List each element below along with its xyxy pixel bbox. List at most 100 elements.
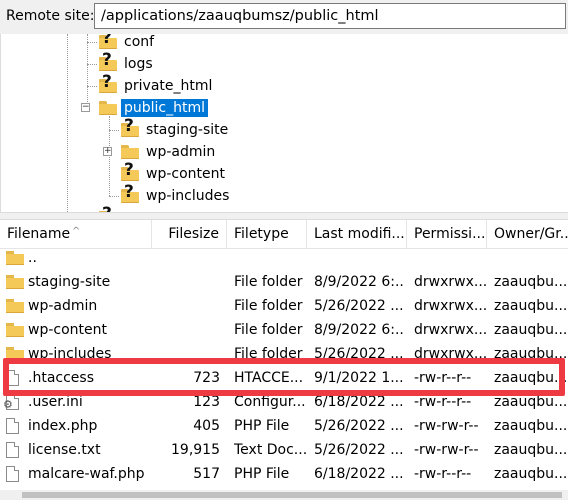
horizontal-scrollbar[interactable] xyxy=(0,490,568,500)
file-row[interactable]: .user.ini 123 Configur... 6/18/2022 ... -rw-… xyxy=(0,390,568,414)
tree-item-label: wp-content xyxy=(146,166,225,182)
file-row[interactable]: malcare-waf.php 517 PHP File 6/18/2022 ... -… xyxy=(0,462,568,486)
file-perms: -rw-r--r-- xyxy=(414,394,472,410)
file-row[interactable]: wp-admin File folder 5/26/2022 ... drwxrwx.… xyxy=(0,294,568,318)
settings-file-icon xyxy=(3,394,19,410)
file-icon xyxy=(6,442,19,458)
file-name: staging-site xyxy=(28,274,111,290)
remote-site-path-input[interactable] xyxy=(94,3,566,29)
file-modified: 9/1/2022 1... xyxy=(314,370,404,386)
unknown-folder-icon: ? xyxy=(121,118,139,137)
file-modified: 6/18/2022 ... xyxy=(314,466,404,482)
file-size xyxy=(152,270,220,294)
tree-item-public-html[interactable]: public_html xyxy=(99,97,209,119)
file-name: .user.ini xyxy=(28,394,83,410)
file-owner xyxy=(494,246,568,270)
file-name: malcare-waf.php xyxy=(28,466,145,482)
file-owner: zaauqbu... xyxy=(494,418,568,434)
file-name: .. xyxy=(28,250,37,266)
file-size: 19,915 xyxy=(171,442,220,458)
file-type: Text Doc... xyxy=(234,442,306,458)
file-row[interactable]: index.php 405 PHP File 5/26/2022 ... -rw-rw-… xyxy=(0,414,568,438)
file-perms xyxy=(414,246,488,270)
file-row[interactable]: .htaccess 723 HTACCE... 9/1/2022 1... -rw-r-… xyxy=(0,366,568,390)
file-type xyxy=(234,246,306,270)
tree-item-label: wp-includes xyxy=(146,188,230,204)
unknown-folder-icon: ? xyxy=(99,34,117,49)
tree-item-wp-admin[interactable]: wp-admin xyxy=(121,141,218,163)
file-size: 723 xyxy=(193,370,220,386)
file-perms: -rw-r--r-- xyxy=(414,370,472,386)
tree-item-label: private_html xyxy=(124,78,213,94)
file-icon xyxy=(6,418,19,434)
file-name: .htaccess xyxy=(28,370,94,386)
column-header-filesize[interactable]: Filesize xyxy=(152,220,227,248)
remote-file-list[interactable]: ^ Filename Filesize Filetype Last modifi… xyxy=(0,220,568,500)
file-type: PHP File xyxy=(234,418,290,434)
tree-item-label: logs xyxy=(124,56,153,72)
file-perms: drwxrwx... xyxy=(414,274,488,290)
file-type: HTACCE... xyxy=(234,370,304,386)
open-folder-icon xyxy=(99,101,117,115)
tree-item-label: conf xyxy=(124,34,155,50)
file-owner: zaauqbu... xyxy=(494,322,568,338)
expand-icon[interactable]: + xyxy=(103,147,112,156)
column-header-permissions[interactable]: Permissi... xyxy=(407,220,487,248)
column-header-last-modified[interactable]: Last modifi... xyxy=(307,220,407,248)
tree-item-label: wp-admin xyxy=(146,144,216,160)
file-size xyxy=(152,342,220,366)
file-row[interactable]: wp-includes File folder 5/26/2022 ... drwxr… xyxy=(0,342,568,366)
file-modified: 5/26/2022 ... xyxy=(314,442,404,458)
sort-ascending-icon: ^ xyxy=(72,226,81,237)
scrollbar-thumb[interactable] xyxy=(22,492,562,498)
column-header-filetype[interactable]: Filetype xyxy=(227,220,307,248)
remote-site-bar: Remote site: xyxy=(0,0,568,35)
tree-item-wp-includes[interactable]: ? wp-includes xyxy=(121,184,232,207)
file-modified: 6/18/2022 ... xyxy=(314,394,404,410)
column-header-filename[interactable]: ^ Filename xyxy=(0,220,152,248)
file-perms: -rw-rw-r-- xyxy=(414,418,479,434)
file-name: wp-includes xyxy=(28,346,112,362)
file-perms: drwxrwx... xyxy=(414,298,488,314)
unknown-folder-icon: ? xyxy=(121,162,139,181)
file-row[interactable]: staging-site File folder 8/9/2022 6:... drw… xyxy=(0,270,568,294)
file-owner: zaauqbu... xyxy=(494,274,568,290)
file-owner: zaauqbu... xyxy=(494,466,568,482)
file-list-header: ^ Filename Filesize Filetype Last modifi… xyxy=(0,220,568,249)
file-owner: zaauqbu... xyxy=(494,442,568,458)
file-size xyxy=(152,294,220,318)
file-type: File folder xyxy=(234,274,303,290)
remote-site-label: Remote site: xyxy=(6,8,95,24)
file-name: wp-admin xyxy=(28,298,98,314)
file-type: File folder xyxy=(234,298,303,314)
folder-icon xyxy=(6,299,24,313)
unknown-folder-icon: ? xyxy=(121,184,139,203)
unknown-folder-icon: ? xyxy=(99,74,117,93)
column-header-owner-group[interactable]: Owner/Gr... xyxy=(487,220,568,248)
file-size: 123 xyxy=(193,394,220,410)
file-type: Configur... xyxy=(234,394,306,410)
file-modified: 5/26/2022 ... xyxy=(314,346,404,362)
file-size xyxy=(152,318,220,342)
file-type: File folder xyxy=(234,346,303,362)
file-size: 517 xyxy=(193,466,220,482)
folder-icon xyxy=(6,347,24,361)
tree-item-wp-content[interactable]: ? wp-content xyxy=(121,162,228,185)
remote-directory-tree[interactable]: ? conf ? logs ? private_html − public_ht… xyxy=(0,34,568,212)
file-modified: 8/9/2022 6:... xyxy=(314,322,404,338)
file-perms: -rw-r--r-- xyxy=(414,466,472,482)
file-row[interactable]: license.txt 19,915 Text Doc... 5/26/2022 ..… xyxy=(0,438,568,462)
folder-icon xyxy=(121,145,139,159)
file-modified xyxy=(314,246,404,270)
file-type: PHP File xyxy=(234,466,290,482)
tree-item-label: public_html xyxy=(121,99,209,117)
tree-item-staging-site[interactable]: ? staging-site xyxy=(121,118,231,141)
file-row[interactable]: .. xyxy=(0,246,568,270)
file-perms: -rw-rw-r-- xyxy=(414,442,479,458)
file-row[interactable]: wp-content File folder 8/9/2022 6:... drwxr… xyxy=(0,318,568,342)
collapse-icon[interactable]: − xyxy=(81,103,90,112)
file-size: 405 xyxy=(193,418,220,434)
tree-item-private-html[interactable]: ? private_html xyxy=(99,74,215,97)
file-icon xyxy=(6,370,19,386)
pane-splitter[interactable] xyxy=(0,212,568,220)
